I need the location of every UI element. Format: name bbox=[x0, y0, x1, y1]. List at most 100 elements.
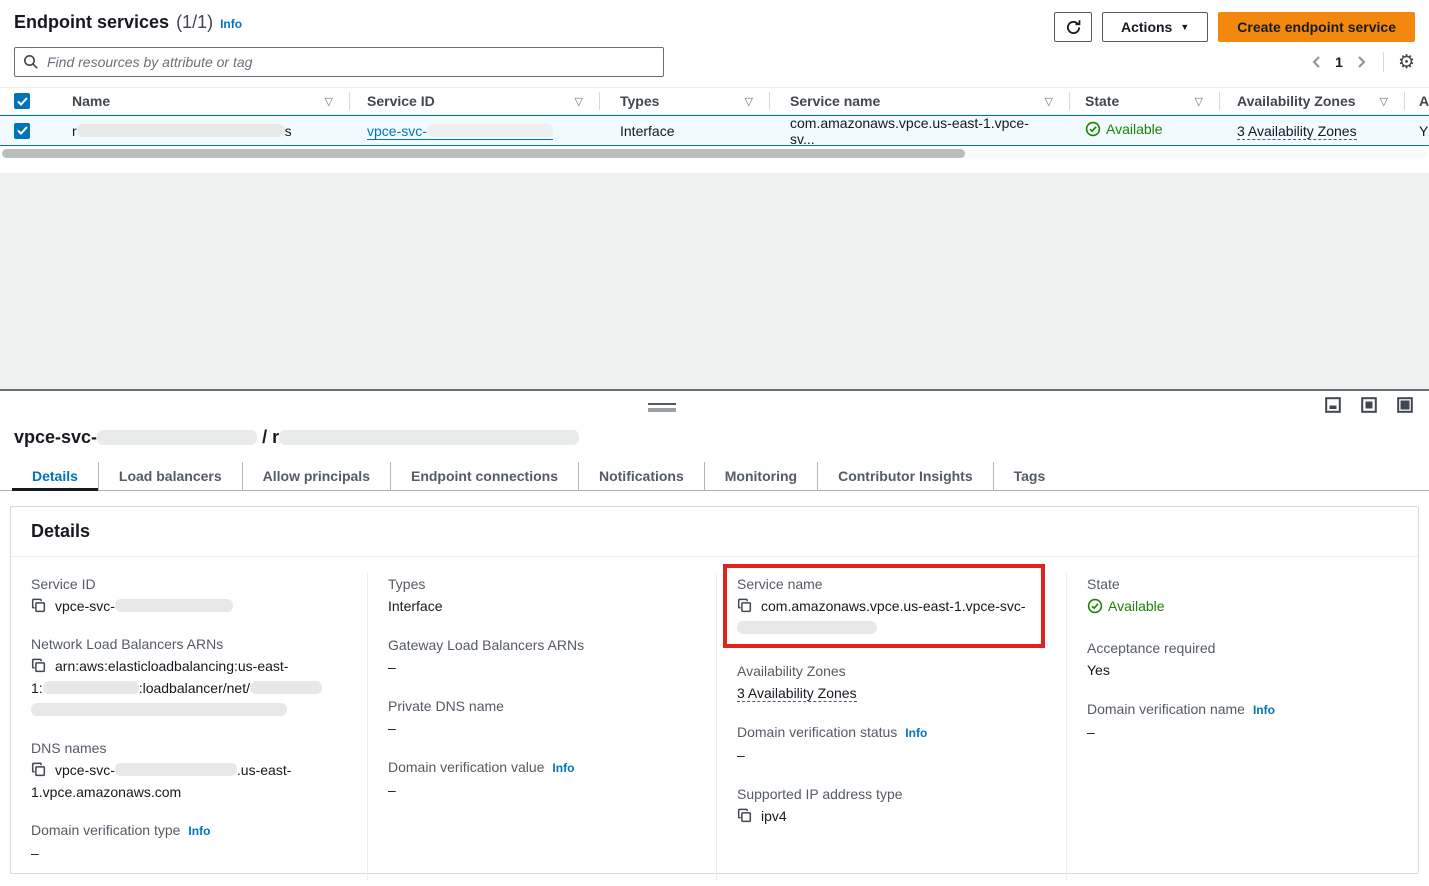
column-header-types[interactable]: Types ▽ bbox=[600, 88, 770, 114]
tab-endpoint-connections[interactable]: Endpoint connections bbox=[391, 462, 579, 490]
redacted-text bbox=[43, 681, 139, 694]
panel-size-medium-icon[interactable] bbox=[1361, 397, 1377, 413]
details-col-3: Service name com.amazonaws.vpce.us-east-… bbox=[717, 573, 1067, 880]
redacted-text bbox=[250, 681, 322, 694]
row-checkbox-cell bbox=[0, 123, 50, 139]
tab-tags[interactable]: Tags bbox=[994, 462, 1066, 490]
info-link[interactable]: Info bbox=[1253, 703, 1275, 717]
copy-icon[interactable] bbox=[737, 808, 752, 823]
cell-types: Interface bbox=[600, 123, 770, 139]
actions-button[interactable]: Actions ▼ bbox=[1102, 12, 1208, 42]
pager-separator bbox=[1383, 52, 1384, 72]
page-title: Endpoint services bbox=[14, 12, 169, 33]
check-circle-icon bbox=[1085, 121, 1101, 137]
cell-acceptance: Y bbox=[1405, 123, 1429, 139]
tab-allow-principals[interactable]: Allow principals bbox=[243, 462, 391, 490]
actions-button-label: Actions bbox=[1121, 19, 1172, 35]
filter-icon[interactable]: ▽ bbox=[1195, 95, 1203, 108]
filter-icon[interactable]: ▽ bbox=[575, 95, 583, 108]
panel-size-small-icon[interactable] bbox=[1325, 397, 1341, 413]
check-circle-icon bbox=[1087, 598, 1103, 614]
header-checkbox-cell bbox=[0, 93, 50, 109]
cell-availability-zones: 3 Availability Zones bbox=[1220, 123, 1405, 139]
create-endpoint-service-button[interactable]: Create endpoint service bbox=[1218, 12, 1415, 42]
redacted-text bbox=[737, 621, 877, 634]
copy-icon[interactable] bbox=[31, 658, 46, 673]
settings-gear-icon[interactable]: ⚙ bbox=[1398, 53, 1415, 72]
info-link[interactable]: Info bbox=[188, 824, 210, 838]
column-header-state[interactable]: State ▽ bbox=[1070, 88, 1220, 114]
availability-zones-popover[interactable]: 3 Availability Zones bbox=[737, 685, 857, 702]
cell-service-id: vpce-svc- bbox=[350, 123, 600, 139]
filter-icon[interactable]: ▽ bbox=[1045, 95, 1053, 108]
info-link[interactable]: Info bbox=[905, 726, 927, 740]
service-id-link[interactable]: vpce-svc- bbox=[367, 123, 553, 140]
panel-size-controls bbox=[1325, 397, 1413, 413]
header-actions: Actions ▼ Create endpoint service bbox=[1054, 12, 1415, 42]
panel-size-large-icon[interactable] bbox=[1397, 397, 1413, 413]
tab-monitoring[interactable]: Monitoring bbox=[705, 462, 818, 490]
column-header-name[interactable]: Name ▽ bbox=[50, 88, 350, 114]
column-header-service-name[interactable]: Service name ▽ bbox=[770, 88, 1070, 114]
tab-load-balancers[interactable]: Load balancers bbox=[99, 462, 243, 490]
redacted-text bbox=[77, 124, 285, 137]
title-group: Endpoint services (1/1) Info bbox=[14, 12, 242, 33]
field-dns-names: DNS names vpce-svc-.us-east- 1.vpce.amaz… bbox=[31, 737, 351, 803]
select-all-checkbox[interactable] bbox=[14, 93, 30, 109]
search-input[interactable] bbox=[14, 47, 664, 77]
availability-zones-popover[interactable]: 3 Availability Zones bbox=[1237, 123, 1357, 140]
field-acceptance-required: Acceptance required Yes bbox=[1087, 637, 1402, 681]
row-checkbox[interactable] bbox=[14, 123, 30, 139]
details-col-2: Types Interface Gateway Load Balancers A… bbox=[368, 573, 717, 880]
copy-icon[interactable] bbox=[31, 598, 46, 613]
previous-page-icon[interactable] bbox=[1309, 53, 1325, 71]
redacted-text bbox=[115, 763, 237, 776]
page-number[interactable]: 1 bbox=[1335, 54, 1343, 70]
horizontal-scrollbar bbox=[2, 149, 1427, 158]
cell-state: Available bbox=[1070, 121, 1220, 140]
details-card-heading: Details bbox=[31, 521, 1398, 542]
next-page-icon[interactable] bbox=[1353, 53, 1369, 71]
redacted-text bbox=[115, 599, 233, 612]
info-link[interactable]: Info bbox=[552, 761, 574, 775]
filter-icon[interactable]: ▽ bbox=[745, 95, 753, 108]
field-private-dns-name: Private DNS name – bbox=[388, 695, 700, 739]
column-header-availability-zones[interactable]: Availability Zones ▽ bbox=[1220, 88, 1405, 114]
chevron-down-icon: ▼ bbox=[1180, 22, 1189, 32]
endpoint-services-table: Name ▽ Service ID ▽ Types ▽ Service name… bbox=[0, 87, 1429, 146]
filter-icon[interactable]: ▽ bbox=[1380, 95, 1388, 108]
refresh-icon bbox=[1065, 19, 1082, 36]
details-columns: Service ID vpce-svc- Network Load Balanc… bbox=[11, 557, 1418, 866]
redacted-text bbox=[279, 430, 579, 445]
search-icon bbox=[23, 54, 39, 70]
field-domain-verification-status: Domain verification statusInfo – bbox=[737, 721, 1050, 766]
table-row[interactable]: rs vpce-svc- Interface com.amazonaws.vpc… bbox=[0, 115, 1429, 146]
pagination: 1 ⚙ bbox=[1309, 52, 1415, 72]
tab-contributor-insights[interactable]: Contributor Insights bbox=[818, 462, 994, 490]
cell-service-name: com.amazonaws.vpce.us-east-1.vpce-sv... bbox=[770, 115, 1070, 147]
resource-count: (1/1) bbox=[176, 12, 213, 33]
copy-icon[interactable] bbox=[737, 598, 752, 613]
field-state: State Available bbox=[1087, 573, 1402, 620]
details-card: Details Service ID vpce-svc- Network Loa… bbox=[10, 506, 1419, 874]
details-col-1: Service ID vpce-svc- Network Load Balanc… bbox=[11, 573, 368, 880]
empty-background bbox=[0, 173, 1429, 389]
header-info-link[interactable]: Info bbox=[220, 17, 242, 31]
service-name-highlight-box: Service name com.amazonaws.vpce.us-east-… bbox=[723, 564, 1045, 648]
panel-drag-handle-icon[interactable] bbox=[648, 403, 676, 412]
details-col-4: State Available Acceptance required Yes bbox=[1067, 573, 1418, 880]
column-header-service-id[interactable]: Service ID ▽ bbox=[350, 88, 600, 114]
create-button-label: Create endpoint service bbox=[1237, 19, 1396, 35]
tab-details[interactable]: Details bbox=[12, 462, 99, 490]
search-row: 1 ⚙ bbox=[0, 46, 1429, 78]
field-supported-ip: Supported IP address type ipv4 bbox=[737, 783, 1050, 827]
split-panel-strip bbox=[0, 391, 1429, 421]
refresh-button[interactable] bbox=[1054, 12, 1092, 42]
filter-icon[interactable]: ▽ bbox=[325, 95, 333, 108]
tab-notifications[interactable]: Notifications bbox=[579, 462, 705, 490]
column-header-acceptance[interactable]: A bbox=[1405, 88, 1429, 114]
field-domain-verification-name: Domain verification nameInfo – bbox=[1087, 698, 1402, 743]
scrollbar-thumb[interactable] bbox=[2, 149, 965, 158]
copy-icon[interactable] bbox=[31, 762, 46, 777]
redacted-text bbox=[31, 703, 287, 716]
